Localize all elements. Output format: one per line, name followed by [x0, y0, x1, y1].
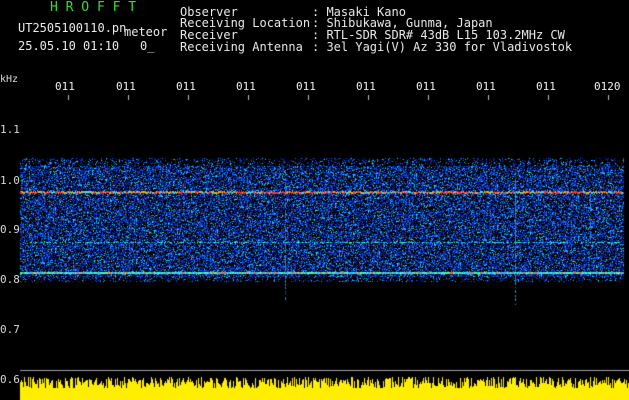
freq-unit-label: kHz — [0, 74, 19, 85]
spectrogram-canvas — [0, 0, 629, 400]
freq-tick-1-1: 1.1 — [0, 123, 20, 136]
freq-tick-0-8: 0.8 — [0, 273, 20, 286]
freq-tick-0-7: 0.7 — [0, 323, 20, 336]
freq-tick-0-6: 0.6 — [0, 373, 20, 386]
antenna-label: Receiving Antenna — [180, 40, 303, 54]
datetime-label: 25.05.10 01:10 — [18, 39, 120, 53]
time-tick-6: 011 — [356, 80, 376, 93]
time-tick-2: 011 — [116, 80, 136, 93]
freq-tick-1-0: 1.0 — [0, 174, 20, 187]
freq-tick-0-9: 0.9 — [0, 223, 20, 236]
time-tick-5: 011 — [296, 80, 316, 93]
mode-label: meteor — [124, 25, 168, 39]
time-tick-10: 0120 — [594, 80, 621, 93]
antenna-value: : 3el Yagi(V) Az 330 for Vladivostok — [312, 40, 573, 54]
time-tick-9: 011 — [536, 80, 556, 93]
extra-label: 0_ — [140, 39, 155, 53]
time-tick-3: 011 — [176, 80, 196, 93]
time-tick-8: 011 — [476, 80, 496, 93]
filename-label: UT2505100110.pn — [18, 21, 127, 35]
time-tick-1: 011 — [55, 80, 75, 93]
software-title: H R O F F T — [50, 0, 137, 15]
time-tick-7: 011 — [416, 80, 436, 93]
time-tick-4: 011 — [236, 80, 256, 93]
